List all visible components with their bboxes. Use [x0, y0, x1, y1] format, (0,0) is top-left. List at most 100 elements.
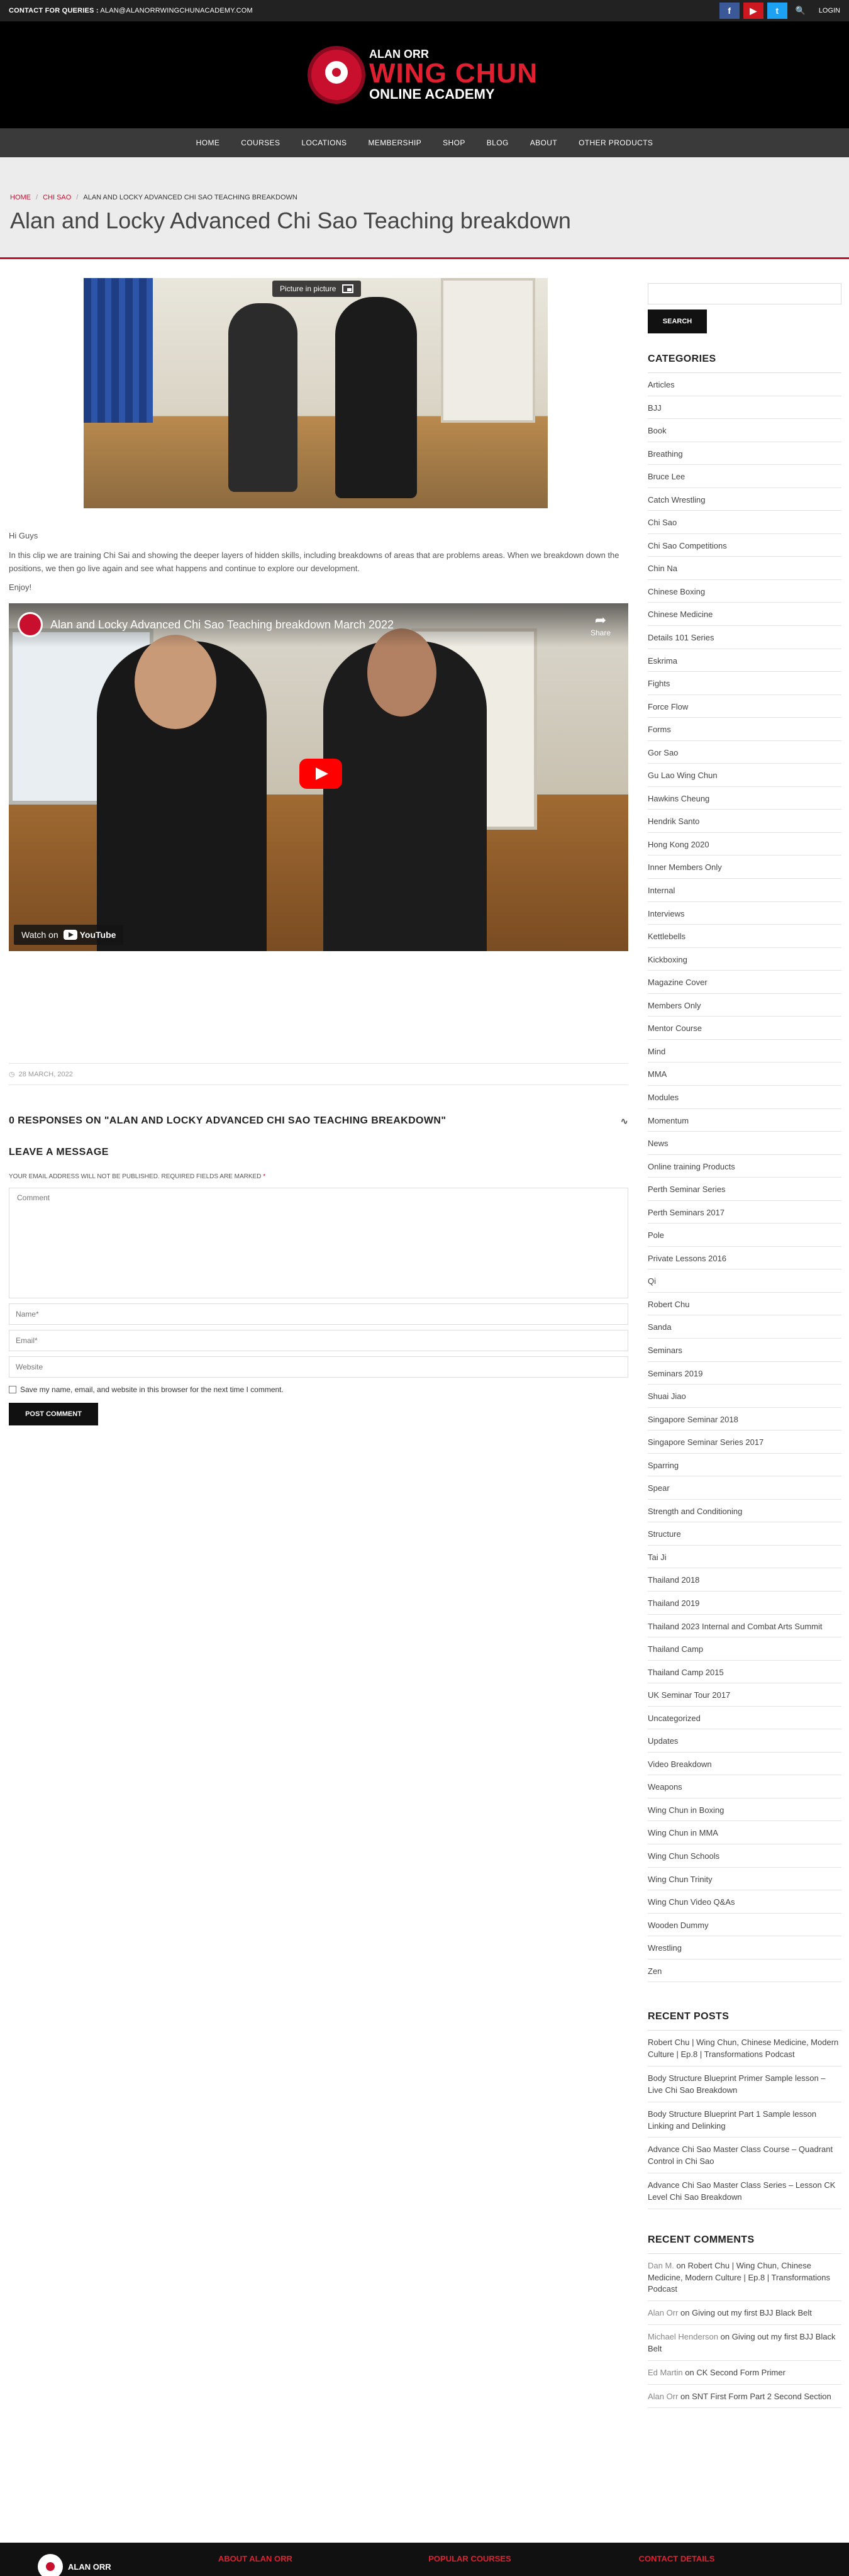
nav-item-courses[interactable]: COURSES	[241, 138, 280, 147]
category-item[interactable]: Chi Sao Competitions	[648, 534, 841, 557]
category-item[interactable]: Fights	[648, 672, 841, 695]
category-item[interactable]: Hong Kong 2020	[648, 833, 841, 856]
category-item[interactable]: Online training Products	[648, 1155, 841, 1178]
category-item[interactable]: Magazine Cover	[648, 971, 841, 994]
category-item[interactable]: Wing Chun in MMA	[648, 1821, 841, 1844]
category-item[interactable]: Bruce Lee	[648, 465, 841, 488]
rss-icon[interactable]: ∿	[621, 1116, 628, 1127]
name-field[interactable]	[9, 1303, 628, 1325]
category-item[interactable]: Breathing	[648, 442, 841, 466]
save-info-checkbox[interactable]	[9, 1386, 16, 1394]
category-item[interactable]: Wing Chun Trinity	[648, 1868, 841, 1891]
recent-post-item[interactable]: Advance Chi Sao Master Class Series – Le…	[648, 2173, 841, 2209]
breadcrumb-home[interactable]: HOME	[10, 194, 31, 201]
category-item[interactable]: Perth Seminars 2017	[648, 1201, 841, 1224]
comment-post-link[interactable]: Robert Chu | Wing Chun, Chinese Medicine…	[648, 2261, 830, 2294]
category-item[interactable]: UK Seminar Tour 2017	[648, 1683, 841, 1707]
category-item[interactable]: Hawkins Cheung	[648, 787, 841, 810]
category-item[interactable]: Shuai Jiao	[648, 1385, 841, 1408]
category-item[interactable]: Wrestling	[648, 1936, 841, 1960]
facebook-icon[interactable]: f	[719, 3, 740, 19]
category-item[interactable]: Pole	[648, 1224, 841, 1247]
category-item[interactable]: Updates	[648, 1729, 841, 1753]
comment-post-link[interactable]: CK Second Form Primer	[696, 2368, 785, 2377]
category-item[interactable]: Mind	[648, 1040, 841, 1063]
category-item[interactable]: Chin Na	[648, 557, 841, 580]
category-item[interactable]: Chinese Boxing	[648, 580, 841, 603]
recent-post-item[interactable]: Body Structure Blueprint Primer Sample l…	[648, 2066, 841, 2102]
video-title[interactable]: Alan and Locky Advanced Chi Sao Teaching…	[50, 618, 394, 632]
category-item[interactable]: Modules	[648, 1086, 841, 1109]
category-item[interactable]: Singapore Seminar Series 2017	[648, 1430, 841, 1454]
recent-post-item[interactable]: Body Structure Blueprint Part 1 Sample l…	[648, 2102, 841, 2138]
category-item[interactable]: Internal	[648, 879, 841, 902]
sidebar-search-button[interactable]: SEARCH	[648, 309, 707, 333]
featured-video-thumbnail[interactable]: Picture in picture	[84, 278, 548, 508]
category-item[interactable]: Wooden Dummy	[648, 1914, 841, 1937]
category-item[interactable]: Gu Lao Wing Chun	[648, 764, 841, 787]
contact-email[interactable]: ALAN@ALANORRWINGCHUNACADEMY.COM	[100, 7, 253, 14]
nav-item-other-products[interactable]: OTHER PRODUCTS	[579, 138, 653, 147]
category-item[interactable]: Kettlebells	[648, 925, 841, 948]
login-link[interactable]: LOGIN	[814, 7, 840, 14]
category-item[interactable]: Wing Chun Schools	[648, 1844, 841, 1868]
picture-in-picture-button[interactable]: Picture in picture	[272, 281, 362, 297]
category-item[interactable]: Interviews	[648, 902, 841, 925]
share-button[interactable]: ➦ Share	[591, 612, 611, 637]
category-item[interactable]: Members Only	[648, 994, 841, 1017]
recent-post-item[interactable]: Robert Chu | Wing Chun, Chinese Medicine…	[648, 2031, 841, 2066]
category-item[interactable]: Thailand Camp	[648, 1637, 841, 1661]
category-item[interactable]: Spear	[648, 1476, 841, 1500]
nav-item-membership[interactable]: MEMBERSHIP	[368, 138, 421, 147]
category-item[interactable]: Qi	[648, 1269, 841, 1293]
comment-post-link[interactable]: SNT First Form Part 2 Second Section	[692, 2392, 831, 2401]
category-item[interactable]: BJJ	[648, 396, 841, 420]
nav-item-about[interactable]: ABOUT	[530, 138, 557, 147]
category-item[interactable]: Chinese Medicine	[648, 603, 841, 627]
site-logo[interactable]: ALAN ORR WING CHUN ONLINE ACADEMY	[311, 48, 538, 101]
youtube-embed[interactable]: Alan and Locky Advanced Chi Sao Teaching…	[9, 603, 628, 952]
category-item[interactable]: Tai Ji	[648, 1546, 841, 1569]
category-item[interactable]: News	[648, 1132, 841, 1155]
category-item[interactable]: Robert Chu	[648, 1293, 841, 1316]
category-item[interactable]: Sparring	[648, 1454, 841, 1477]
category-item[interactable]: Wing Chun in Boxing	[648, 1798, 841, 1822]
breadcrumb-chi-sao[interactable]: CHI SAO	[43, 194, 71, 201]
category-item[interactable]: Force Flow	[648, 695, 841, 718]
watch-on-youtube-button[interactable]: Watch on YouTube	[14, 925, 124, 945]
category-item[interactable]: Thailand Camp 2015	[648, 1661, 841, 1684]
category-item[interactable]: Seminars	[648, 1339, 841, 1362]
nav-item-locations[interactable]: LOCATIONS	[301, 138, 347, 147]
sidebar-search-input[interactable]	[648, 283, 841, 304]
category-item[interactable]: Structure	[648, 1522, 841, 1546]
post-comment-button[interactable]: POST COMMENT	[9, 1403, 98, 1426]
category-item[interactable]: Weapons	[648, 1775, 841, 1798]
youtube-icon[interactable]: ▶	[743, 3, 763, 19]
category-item[interactable]: Kickboxing	[648, 948, 841, 971]
category-item[interactable]: Thailand 2018	[648, 1568, 841, 1592]
search-icon[interactable]: 🔍	[791, 6, 810, 16]
email-field[interactable]	[9, 1330, 628, 1352]
recent-post-item[interactable]: Advance Chi Sao Master Class Course – Qu…	[648, 2138, 841, 2174]
category-item[interactable]: Thailand 2023 Internal and Combat Arts S…	[648, 1615, 841, 1638]
category-item[interactable]: Hendrik Santo	[648, 810, 841, 833]
save-info-checkbox-row[interactable]: Save my name, email, and website in this…	[9, 1385, 628, 1394]
category-item[interactable]: Singapore Seminar 2018	[648, 1408, 841, 1431]
category-item[interactable]: Forms	[648, 718, 841, 741]
category-item[interactable]: Book	[648, 419, 841, 442]
nav-item-home[interactable]: HOME	[196, 138, 220, 147]
category-item[interactable]: Thailand 2019	[648, 1592, 841, 1615]
comment-textarea[interactable]	[9, 1188, 628, 1299]
category-item[interactable]: Momentum	[648, 1109, 841, 1132]
twitter-icon[interactable]: t	[767, 3, 787, 19]
category-item[interactable]: Catch Wrestling	[648, 488, 841, 511]
category-item[interactable]: Inner Members Only	[648, 856, 841, 879]
category-item[interactable]: Sanda	[648, 1315, 841, 1339]
category-item[interactable]: Gor Sao	[648, 741, 841, 764]
comment-post-link[interactable]: Giving out my first BJJ Black Belt	[692, 2308, 812, 2317]
category-item[interactable]: Seminars 2019	[648, 1362, 841, 1385]
category-item[interactable]: Uncategorized	[648, 1707, 841, 1730]
category-item[interactable]: Perth Seminar Series	[648, 1178, 841, 1201]
category-item[interactable]: Zen	[648, 1960, 841, 1983]
nav-item-blog[interactable]: BLOG	[487, 138, 509, 147]
